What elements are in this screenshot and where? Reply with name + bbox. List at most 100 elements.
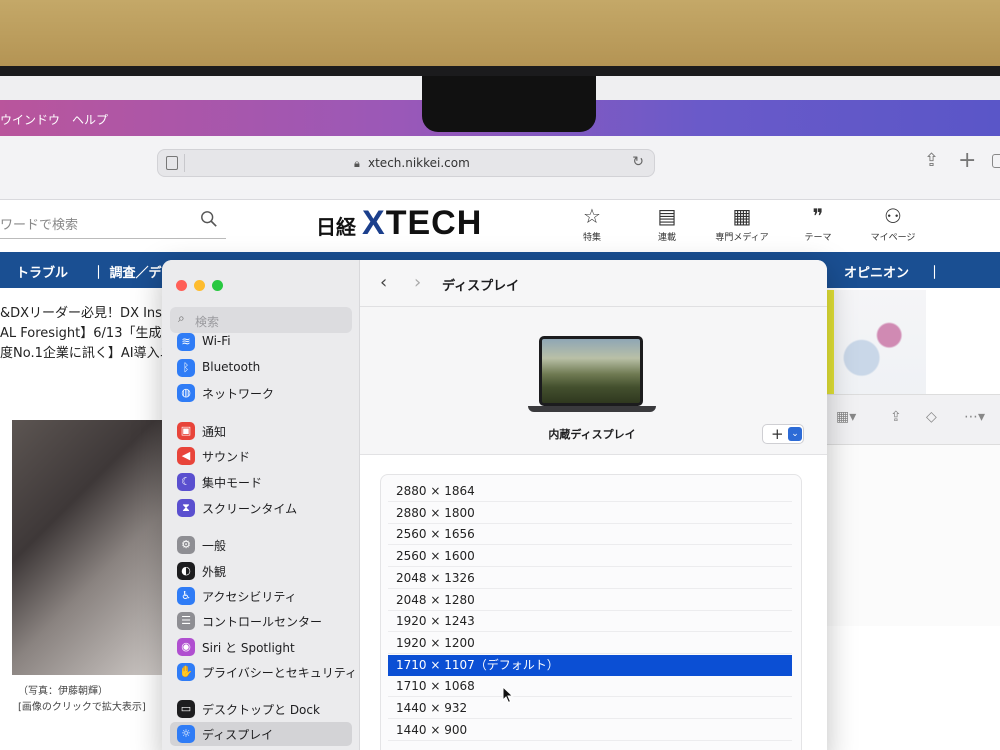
media-icon: ▦	[732, 204, 752, 228]
address-bar[interactable]: 🔒︎ xtech.nikkei.com ↻	[157, 149, 655, 177]
article-photo[interactable]	[12, 420, 164, 675]
headline-item[interactable]: AL Foresight】6/13「生成	[0, 324, 174, 344]
screen: ウインドウ ヘルプ 🔒︎ xtech.nikkei.com ↻ ⇪ + ワードで…	[0, 76, 1000, 750]
nav-series[interactable]: ▤ 連載	[637, 204, 697, 243]
site-search-underline	[0, 238, 226, 239]
settings-sidebar: ⌕ 検索 ≋ Wi-Fi ᛒ Bluetooth ◍ ネットワーク ▣ 通知 ◀ サウンド ☾ 集中モ…	[162, 260, 360, 750]
sidebar-item-label: サウンド	[202, 450, 251, 464]
nav-theme[interactable]: ❞ テーマ	[788, 204, 848, 243]
nav-mypage[interactable]: ⚇ マイページ	[863, 204, 923, 243]
camera-notch	[422, 76, 596, 132]
resolution-option[interactable]: 1710 × 1107（デフォルト）	[388, 654, 792, 676]
reader-icon[interactable]	[166, 156, 178, 170]
new-tab-icon[interactable]: +	[958, 148, 976, 173]
forward-icon[interactable]: ›	[414, 272, 421, 293]
display-pane: ‹ › ディスプレイ 内蔵ディスプレイ + ⌄ 2880 × 1864 2880 …	[360, 260, 827, 750]
headline-item[interactable]: 度No.1企業に訊く】AI導入ニ	[0, 344, 174, 364]
moon-icon: ☾	[177, 473, 195, 491]
sidebar-item-label: Bluetooth	[202, 360, 261, 374]
nav-mypage-label: マイページ	[870, 233, 916, 243]
sidebar-item-label: コントロールセンター	[202, 615, 323, 629]
sidebar-item[interactable]: ✋ プライバシーとセキュリティ	[170, 660, 357, 684]
headline-item[interactable]: &DXリーダー必見！DX Insig	[0, 304, 174, 324]
sidebar-item[interactable]: ♿ アクセシビリティ	[170, 584, 352, 608]
macbook-display-icon[interactable]	[528, 336, 656, 416]
gear-icon: ⚙	[177, 536, 195, 554]
photo-credit: （写真：伊藤朝輝）	[18, 686, 108, 697]
logo-nikkei: 日経	[316, 215, 356, 239]
sidebar-item[interactable]: ☾ 集中モード	[170, 470, 352, 494]
sidebar-item-label: 一般	[202, 539, 227, 553]
back-icon[interactable]: ‹	[380, 272, 387, 293]
sidebar-item-label: Wi-Fi	[202, 334, 231, 348]
resolution-option[interactable]: 2560 × 1600	[388, 546, 792, 568]
tag-icon[interactable]: ◇	[926, 409, 937, 425]
resolution-option[interactable]: 1440 × 900	[388, 720, 792, 741]
sidebar-item[interactable]: ᛒ Bluetooth	[170, 356, 352, 380]
sidebar-item[interactable]: ⚙ 一般	[170, 533, 352, 557]
close-icon[interactable]	[176, 280, 187, 291]
logo-tech: TECH	[385, 204, 483, 242]
quote-icon: ❞	[812, 204, 824, 228]
resolution-option[interactable]: 2880 × 1800	[388, 503, 792, 524]
user-icon: ⚇	[884, 204, 902, 228]
url-text[interactable]: xtech.nikkei.com	[368, 156, 470, 170]
category-divider: ｜	[928, 266, 942, 281]
sidebar-item[interactable]: ▣ 通知	[170, 419, 352, 443]
sidebar-item[interactable]: ◐ 外観	[170, 559, 352, 583]
sidebar-item-label: 外観	[202, 565, 227, 579]
nav-feature[interactable]: ☆ 特集	[562, 204, 622, 243]
sidebar-item[interactable]: ≋ Wi-Fi	[170, 330, 352, 354]
resolution-option[interactable]: 2880 × 1864	[388, 481, 792, 502]
desk-background	[0, 0, 1000, 70]
search-icon[interactable]	[200, 210, 218, 228]
sidebar-item[interactable]: ◉ Siri と Spotlight	[170, 635, 352, 659]
resolution-option[interactable]: 1440 × 932	[388, 698, 792, 719]
browser-toolbar: 🔒︎ xtech.nikkei.com ↻ ⇪ +	[0, 136, 1000, 200]
minimize-icon[interactable]	[194, 280, 205, 291]
sidebar-item[interactable]: ◀ サウンド	[170, 444, 352, 468]
zoom-icon[interactable]	[212, 280, 223, 291]
resolution-option[interactable]: 1920 × 1200	[388, 633, 792, 654]
share-icon[interactable]: ⇪	[924, 150, 939, 171]
wifi-icon: ≋	[177, 333, 195, 351]
add-display-label: +	[771, 425, 784, 443]
resolution-option[interactable]: 2560 × 1656	[388, 524, 792, 546]
search-icon: ⌕	[178, 311, 185, 325]
category-trouble[interactable]: トラブル	[16, 262, 68, 281]
tab-overview-icon[interactable]	[992, 154, 1000, 168]
display-name: 内蔵ディスプレイ	[548, 428, 636, 441]
resolution-option[interactable]: 1920 × 1243	[388, 611, 792, 633]
sidebar-item[interactable]: ☰ コントロールセンター	[170, 609, 352, 633]
sidebar-item[interactable]: ▭ デスクトップと Dock	[170, 697, 352, 721]
headline-list: &DXリーダー必見！DX Insig AL Foresight】6/13「生成 …	[0, 304, 174, 364]
bell-icon: ▣	[177, 422, 195, 440]
chevron-down-icon: ⌄	[788, 427, 802, 441]
control-center-icon: ☰	[177, 612, 195, 630]
sidebar-item-label: ネットワーク	[202, 387, 275, 401]
enlarge-link[interactable]: [画像のクリックで拡大表示]	[18, 700, 146, 716]
sidebar-item[interactable]: ⧗ スクリーンタイム	[170, 496, 352, 520]
site-logo[interactable]: 日経 X TECH	[316, 204, 482, 244]
display-icon: ☼	[177, 725, 195, 743]
category-research[interactable]: ｜ 調査／デ	[92, 262, 162, 281]
sidebar-item[interactable]: ☼ ディスプレイ	[170, 722, 352, 746]
sidebar-item[interactable]: ◍ ネットワーク	[170, 381, 352, 405]
background-window-toolbar: ▦▾ ⇪ ◇ ⋯▾	[826, 395, 1000, 445]
grid-view-icon[interactable]: ▦▾	[836, 409, 856, 425]
appearance-icon: ◐	[177, 562, 195, 580]
reload-icon[interactable]: ↻	[632, 154, 644, 170]
category-opinion[interactable]: オピニオン	[844, 262, 909, 281]
resolution-option[interactable]: 1710 × 1068	[388, 676, 792, 698]
menu-window[interactable]: ウインドウ	[0, 111, 60, 128]
share-icon[interactable]: ⇪	[890, 409, 902, 425]
system-settings-window: ⌕ 検索 ≋ Wi-Fi ᛒ Bluetooth ◍ ネットワーク ▣ 通知 ◀ サウンド ☾ 集中モ…	[162, 260, 827, 750]
resolution-option[interactable]: 2048 × 1280	[388, 590, 792, 611]
nav-media[interactable]: ▦ 専門メディア	[712, 204, 772, 243]
feature-icon: ☆	[583, 204, 601, 228]
resolution-option[interactable]: 2048 × 1326	[388, 568, 792, 589]
more-icon[interactable]: ⋯▾	[964, 409, 985, 425]
site-search-input[interactable]: ワードで検索	[0, 214, 78, 233]
add-display-button[interactable]: + ⌄	[762, 424, 804, 444]
menu-help[interactable]: ヘルプ	[72, 111, 108, 128]
